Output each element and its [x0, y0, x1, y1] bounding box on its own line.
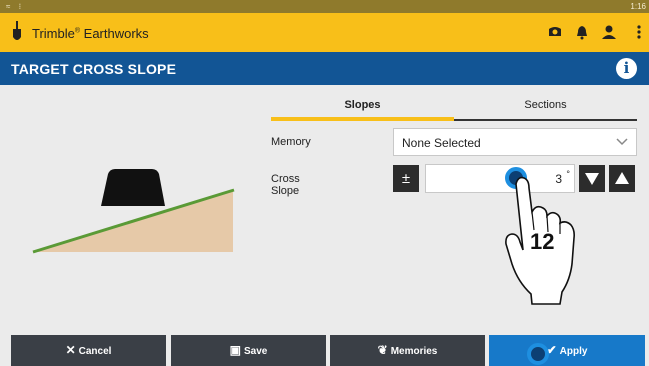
- camera-icon[interactable]: [547, 24, 563, 40]
- touch-marker-apply: [527, 343, 549, 365]
- save-label: Save: [243, 346, 268, 357]
- bottom-bar: ✕ Cancel ▣ Save ❦ Memories ✔ Apply: [0, 332, 649, 366]
- app-name-suffix: Earthworks: [80, 26, 149, 41]
- tab-slopes[interactable]: Slopes: [271, 95, 454, 117]
- blade-icon: [101, 169, 165, 206]
- close-icon: ✕: [65, 343, 76, 357]
- status-bar: ≈ ⁝ 1:16: [0, 0, 649, 13]
- chevron-down-icon: [616, 138, 628, 146]
- user-icon[interactable]: [601, 24, 617, 40]
- triangle-up-icon: [615, 172, 629, 184]
- memories-label: Memories: [390, 346, 438, 357]
- save-button[interactable]: ▣ Save: [171, 335, 326, 366]
- increase-button[interactable]: [609, 165, 635, 192]
- app-name-text: Trimble: [32, 26, 75, 41]
- shovel-logo-icon: [13, 21, 21, 40]
- cancel-button[interactable]: ✕ Cancel: [11, 335, 166, 366]
- info-icon[interactable]: i: [616, 58, 637, 79]
- page-title: TARGET CROSS SLOPE: [11, 61, 177, 77]
- memory-value: None Selected: [402, 136, 481, 150]
- memories-icon: ❦: [377, 343, 388, 357]
- apply-button[interactable]: ✔ Apply: [489, 335, 645, 366]
- bell-icon[interactable]: [574, 24, 590, 40]
- callout-number: 12: [530, 229, 555, 254]
- cross-slope-label: Cross Slope: [271, 173, 300, 197]
- cancel-label: Cancel: [78, 346, 112, 357]
- save-icon: ▣: [229, 343, 241, 357]
- plus-minus-button[interactable]: ±: [393, 165, 419, 192]
- cross-slope-diagram: [32, 169, 235, 254]
- status-icons: ≈ ⁝: [6, 2, 25, 11]
- memories-button[interactable]: ❦ Memories: [330, 335, 485, 366]
- tab-bar: Slopes Sections: [271, 95, 637, 121]
- tab-selected-indicator: [271, 117, 454, 121]
- app-bar: Trimble® Earthworks: [0, 13, 649, 52]
- title-bar: TARGET CROSS SLOPE i: [0, 52, 649, 85]
- app-name: Trimble® Earthworks: [32, 26, 149, 41]
- memory-label: Memory: [271, 136, 311, 148]
- tab-sections[interactable]: Sections: [454, 95, 637, 117]
- status-time: 1:16: [630, 2, 646, 11]
- apply-label: Apply: [559, 346, 588, 357]
- memory-dropdown[interactable]: None Selected: [393, 128, 637, 156]
- kebab-menu-icon[interactable]: [631, 24, 647, 40]
